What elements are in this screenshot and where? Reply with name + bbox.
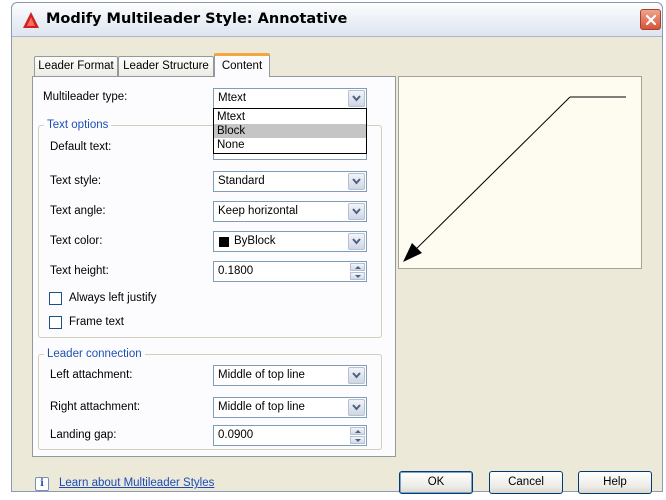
tab-leader-structure[interactable]: Leader Structure <box>118 56 214 76</box>
chevron-down-icon <box>352 178 361 185</box>
landing-gap-spinner[interactable] <box>350 427 365 444</box>
title-bar[interactable]: Modify Multileader Style: Annotative <box>12 3 662 37</box>
text-angle-label: Text angle: <box>50 205 106 217</box>
cancel-button-label: Cancel <box>508 476 544 488</box>
landing-gap-label: Landing gap: <box>50 429 117 441</box>
dropdown-button[interactable] <box>348 90 365 107</box>
always-left-justify-label: Always left justify <box>69 292 157 304</box>
caret-up-icon <box>355 266 361 269</box>
text-height-spinner[interactable] <box>350 263 365 280</box>
tab-label: Content <box>221 60 263 72</box>
text-style-label: Text style: <box>50 175 102 187</box>
tab-content[interactable]: Content <box>214 53 270 77</box>
chevron-down-icon <box>352 372 361 379</box>
close-button[interactable] <box>640 9 661 30</box>
dropdown-option-block[interactable]: Block <box>214 124 366 138</box>
info-icon: i <box>35 477 49 491</box>
spin-up-button[interactable] <box>350 263 365 271</box>
text-height-value: 0.1800 <box>218 265 254 277</box>
spin-down-button[interactable] <box>350 436 365 444</box>
chevron-down-icon <box>352 238 361 245</box>
chevron-down-icon <box>352 404 361 411</box>
multileader-type-select[interactable]: Mtext <box>213 88 367 109</box>
right-attachment-select[interactable]: Middle of top line <box>213 397 367 418</box>
always-left-justify-checkbox[interactable] <box>49 292 62 305</box>
dropdown-button[interactable] <box>348 233 365 250</box>
default-text-label: Default text: <box>50 141 112 153</box>
landing-gap-value: 0.0900 <box>218 429 254 441</box>
chevron-down-icon <box>352 95 361 102</box>
landing-gap-field[interactable]: 0.0900 <box>213 425 367 446</box>
multileader-type-dropdown-list: Mtext Block None <box>213 108 367 154</box>
text-color-value: ByBlock <box>234 235 276 247</box>
text-height-field[interactable]: 0.1800 <box>213 261 367 282</box>
text-options-title: Text options <box>44 119 112 131</box>
text-style-select[interactable]: Standard <box>213 171 367 192</box>
multileader-type-value: Mtext <box>218 92 247 104</box>
frame-text-checkbox[interactable] <box>49 316 62 329</box>
cancel-button[interactable]: Cancel <box>489 471 563 494</box>
autocad-app-icon <box>23 12 39 28</box>
dropdown-button[interactable] <box>348 173 365 190</box>
text-style-value: Standard <box>218 175 265 187</box>
ok-button[interactable]: OK <box>399 471 473 494</box>
left-attachment-value: Middle of top line <box>218 369 305 381</box>
text-color-label: Text color: <box>50 235 103 247</box>
leader-preview <box>398 76 642 269</box>
help-button[interactable]: Help <box>578 471 652 494</box>
close-icon <box>645 14 657 26</box>
dropdown-option-mtext[interactable]: Mtext <box>214 110 366 124</box>
caret-up-icon <box>355 430 361 433</box>
text-angle-select[interactable]: Keep horizontal <box>213 201 367 222</box>
chevron-down-icon <box>352 208 361 215</box>
leader-preview-drawing <box>403 96 626 262</box>
ok-button-label: OK <box>427 476 445 488</box>
text-angle-value: Keep horizontal <box>218 205 298 217</box>
left-attachment-label: Left attachment: <box>50 369 133 381</box>
dropdown-option-none[interactable]: None <box>214 138 366 152</box>
tab-leader-format[interactable]: Leader Format <box>34 56 118 76</box>
caret-down-icon <box>355 275 361 278</box>
right-attachment-label: Right attachment: <box>50 401 141 413</box>
spin-down-button[interactable] <box>350 272 365 280</box>
leader-connection-title: Leader connection <box>44 348 145 360</box>
caret-down-icon <box>355 439 361 442</box>
frame-text-label: Frame text <box>69 316 124 328</box>
color-swatch <box>219 237 229 247</box>
modify-multileader-style-dialog: Modify Multileader Style: Annotative Lea… <box>11 2 663 494</box>
help-button-label: Help <box>603 476 627 488</box>
spin-up-button[interactable] <box>350 427 365 435</box>
window-title: Modify Multileader Style: Annotative <box>46 11 348 27</box>
tab-label: Leader Structure <box>123 60 209 72</box>
dropdown-button[interactable] <box>348 399 365 416</box>
text-height-label: Text height: <box>50 265 109 277</box>
text-color-select[interactable]: ByBlock <box>213 231 367 252</box>
dropdown-button[interactable] <box>348 203 365 220</box>
learn-about-link[interactable]: Learn about Multileader Styles <box>59 477 214 489</box>
left-attachment-select[interactable]: Middle of top line <box>213 365 367 386</box>
dropdown-button[interactable] <box>348 367 365 384</box>
tab-label: Leader Format <box>38 60 114 72</box>
right-attachment-value: Middle of top line <box>218 401 305 413</box>
multileader-type-label: Multileader type: <box>43 91 128 103</box>
